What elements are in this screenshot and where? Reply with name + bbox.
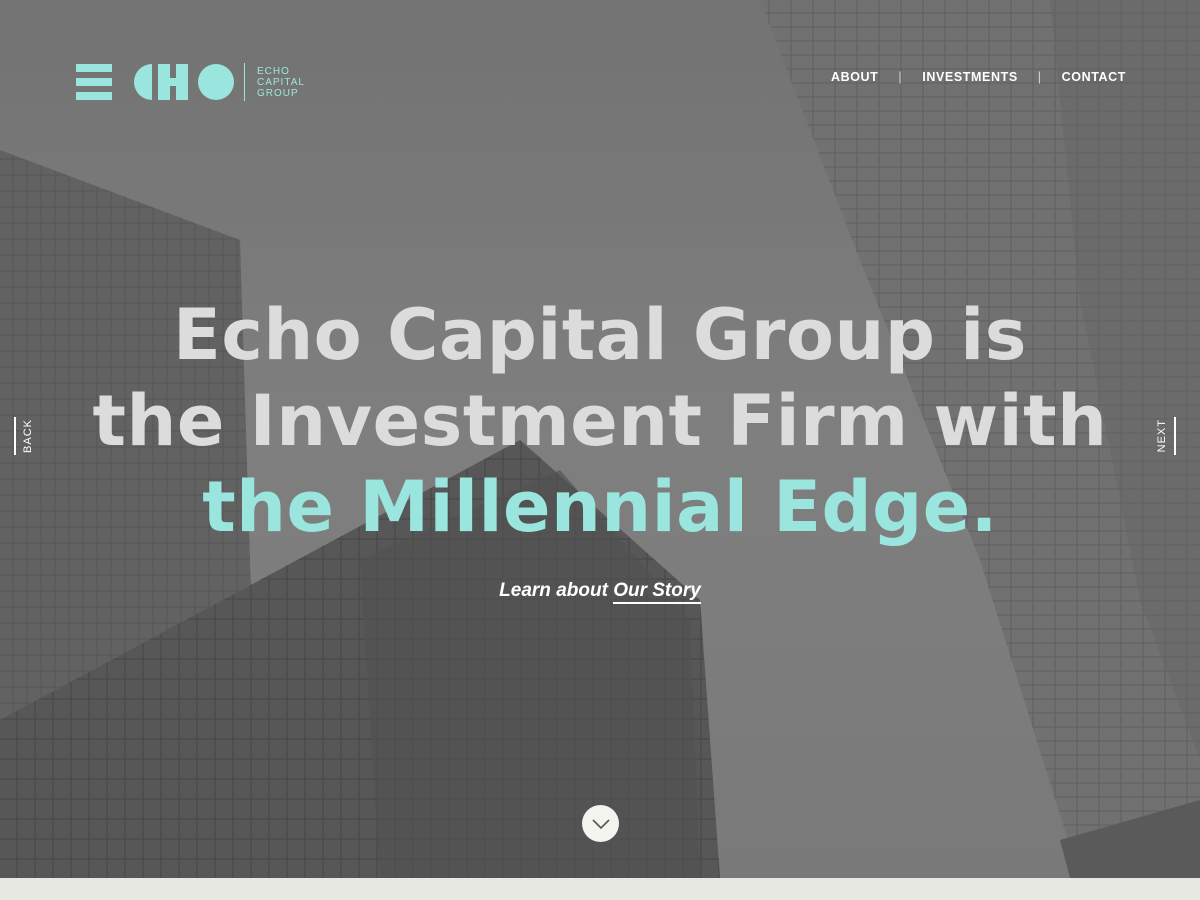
logo-wordmark: ECHO CAPITAL GROUP (257, 66, 305, 99)
story-cta: Learn about Our Story (0, 580, 1200, 604)
back-label: BACK (22, 419, 34, 453)
our-story-link[interactable]: Our Story (613, 580, 701, 604)
footer-strip (0, 878, 1200, 900)
logo-text-line2: CAPITAL (257, 76, 305, 88)
next-line (1174, 417, 1176, 455)
headline-line3-accent: the Millennial Edge. (202, 466, 998, 548)
logo[interactable]: ECHO CAPITAL GROUP (76, 62, 305, 102)
scroll-down-button[interactable] (582, 805, 619, 842)
nav-about[interactable]: ABOUT (831, 70, 878, 84)
logo-text-line3: GROUP (257, 87, 299, 99)
headline-line2: the Investment Firm with (92, 380, 1108, 462)
logo-text-line1: ECHO (257, 65, 290, 77)
nav-investments[interactable]: INVESTMENTS (922, 70, 1018, 84)
nav-contact[interactable]: CONTACT (1062, 70, 1126, 84)
chevron-down-icon (591, 818, 610, 829)
hero-headline: Echo Capital Group is the Investment Fir… (40, 292, 1160, 550)
story-prefix: Learn about (499, 580, 608, 601)
back-line (14, 417, 16, 455)
logo-divider (244, 63, 245, 101)
headline-line1: Echo Capital Group is (173, 294, 1027, 376)
nav-separator: | (1037, 70, 1042, 84)
nav-separator: | (898, 70, 903, 84)
main-nav: ABOUT | INVESTMENTS | CONTACT (831, 70, 1126, 84)
slider-back-button[interactable]: BACK (14, 414, 34, 458)
echo-logo-mark (76, 64, 234, 100)
